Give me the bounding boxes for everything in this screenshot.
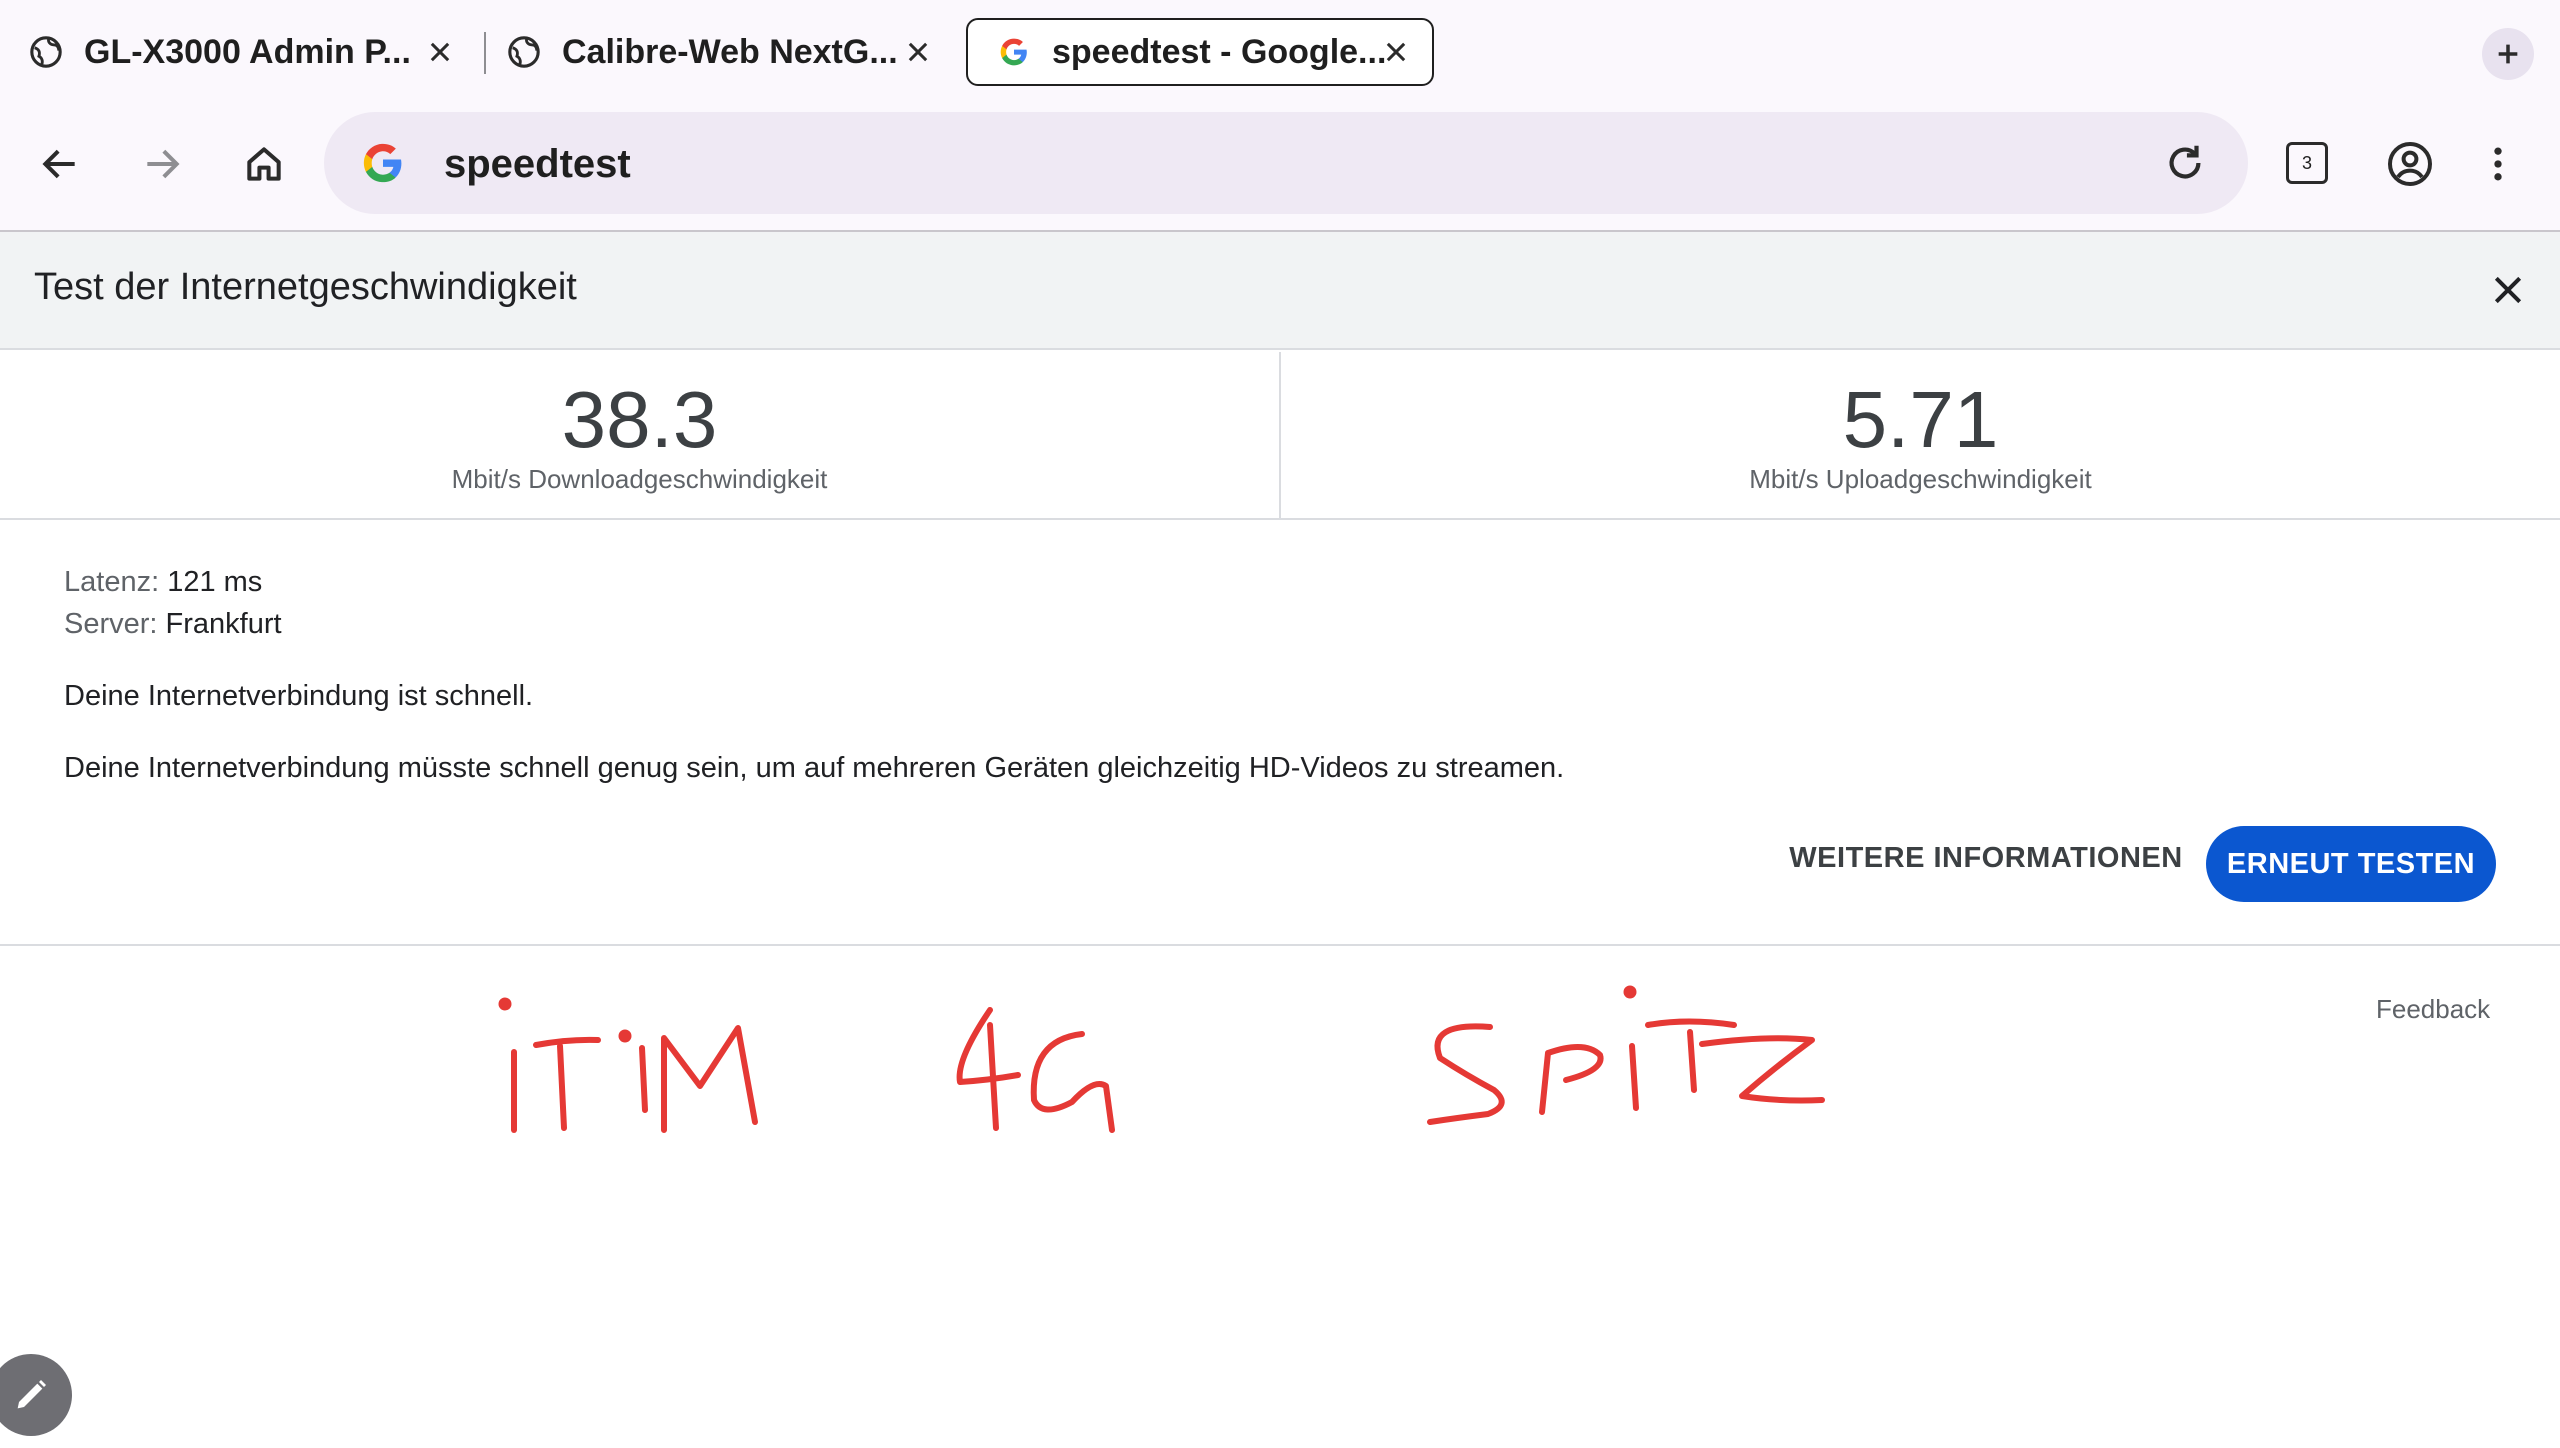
server-value: Frankfurt	[165, 608, 282, 640]
forward-button[interactable]	[130, 132, 194, 196]
new-tab-button[interactable]	[2482, 28, 2534, 80]
tab-speedtest[interactable]: speedtest - Google...	[966, 18, 1434, 86]
handwritten-annotation	[498, 985, 1825, 1133]
close-icon	[2494, 276, 2522, 304]
handwriting-word-itim	[498, 997, 758, 1133]
google-icon	[360, 140, 406, 191]
upload-speed-label: Mbit/s Uploadgeschwindigkeit	[1749, 464, 2092, 494]
connection-message: Deine Internetverbindung ist schnell.	[64, 680, 534, 712]
tab-title: GL-X3000 Admin P...	[84, 32, 411, 71]
close-tab-icon[interactable]	[1378, 34, 1414, 70]
speedtest-results: 38.3 Mbit/s Downloadgeschwindigkeit 5.71…	[0, 352, 2560, 520]
handwriting-word-4g	[956, 1007, 1115, 1133]
tab-strip: GL-X3000 Admin P... Calibre-Web NextG...…	[0, 0, 2560, 106]
server-row: Server: Frankfurt	[64, 608, 282, 641]
globe-icon	[28, 34, 64, 70]
more-info-button[interactable]: WEITERE INFORMATIONEN	[1786, 842, 2186, 888]
address-bar-text: speedtest	[444, 142, 631, 186]
speedtest-bottom-divider	[0, 944, 2560, 946]
account-icon	[2388, 142, 2432, 186]
home-icon	[247, 147, 281, 181]
close-speedtest-button[interactable]	[2476, 258, 2540, 322]
tab-title: Calibre-Web NextG...	[562, 32, 898, 71]
latency-row: Latenz: 121 ms	[64, 566, 262, 599]
tab-gl-x3000[interactable]: GL-X3000 Admin P...	[0, 18, 476, 86]
plus-icon	[2498, 44, 2518, 64]
globe-icon	[506, 34, 542, 70]
speedtest-title: Test der Internetgeschwindigkeit	[34, 266, 577, 308]
reload-icon[interactable]	[2162, 140, 2208, 191]
edit-fab[interactable]	[0, 1354, 72, 1436]
more-vert-icon	[2494, 147, 2502, 181]
google-icon	[996, 34, 1032, 70]
pencil-icon	[17, 1380, 46, 1409]
upload-result: 5.71 Mbit/s Uploadgeschwindigkeit	[1281, 352, 2560, 518]
account-button[interactable]	[2378, 132, 2442, 196]
download-speed-label: Mbit/s Downloadgeschwindigkeit	[451, 464, 828, 494]
tab-switcher-button[interactable]: 3	[2286, 142, 2328, 184]
address-bar[interactable]: speedtest	[324, 112, 2248, 214]
arrow-right-icon	[147, 149, 180, 179]
download-result: 38.3 Mbit/s Downloadgeschwindigkeit	[0, 352, 1279, 518]
tab-title: speedtest - Google...	[1052, 32, 1387, 71]
arrow-left-icon	[42, 149, 75, 179]
close-tab-icon[interactable]	[422, 34, 458, 70]
download-speed-value: 38.3	[561, 375, 718, 464]
upload-speed-value: 5.71	[1842, 375, 1999, 464]
connection-description: Deine Internetverbindung müsste schnell …	[64, 752, 1565, 784]
retest-button[interactable]: ERNEUT TESTEN	[2206, 826, 2496, 902]
home-button[interactable]	[232, 132, 296, 196]
latency-value: 121 ms	[167, 566, 263, 598]
tab-calibre-web[interactable]: Calibre-Web NextG...	[478, 18, 954, 86]
menu-button[interactable]	[2466, 132, 2530, 196]
back-button[interactable]	[28, 132, 92, 196]
browser-toolbar: speedtest 3	[0, 106, 2560, 232]
handwriting-word-spitz	[1427, 985, 1825, 1125]
server-key: Server:	[64, 608, 158, 640]
latency-key: Latenz:	[64, 566, 160, 598]
close-tab-icon[interactable]	[900, 34, 936, 70]
speedtest-header: Test der Internetgeschwindigkeit	[0, 232, 2560, 350]
